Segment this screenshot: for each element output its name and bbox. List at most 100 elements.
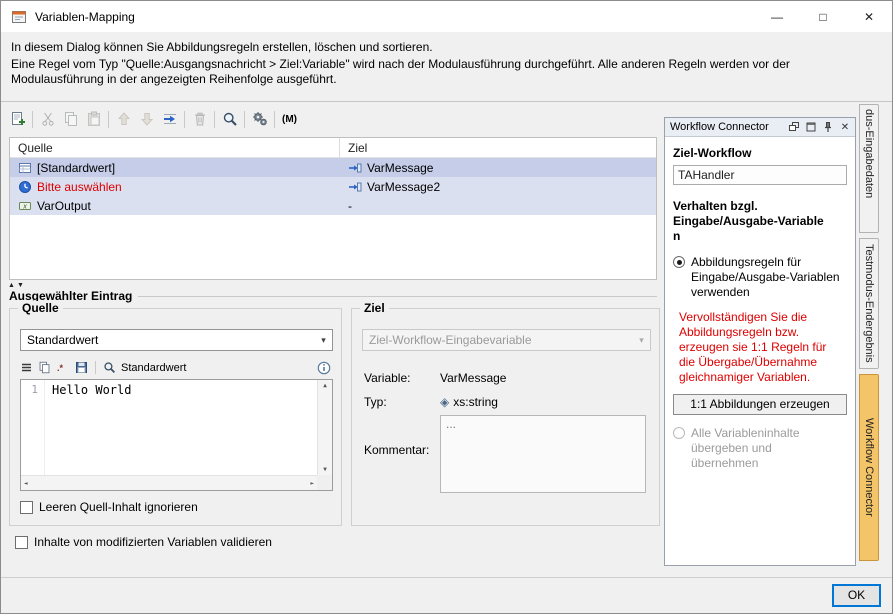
rule-source: VarOutput	[37, 199, 91, 213]
move-up-button[interactable]	[112, 108, 135, 131]
toolbar-separator	[108, 111, 109, 128]
titlebar[interactable]: Variablen-Mapping — □ ✕	[1, 1, 892, 32]
scroll-up-icon[interactable]: ▲	[323, 382, 327, 389]
pending-selection-icon	[18, 180, 32, 194]
editor-content[interactable]: Hello World	[52, 383, 131, 397]
ignore-empty-label: Leeren Quell-Inhalt ignorieren	[39, 500, 198, 514]
quelle-group-label: Quelle	[18, 301, 63, 315]
section-rule	[138, 296, 657, 297]
tab-testmodus-eingabedaten[interactable]: dus-Eingabedaten	[859, 104, 879, 233]
side-tab-bar: dus-Eingabedaten Testmodus-Endergebnis W…	[859, 104, 880, 566]
verhalten-heading: Verhalten bzgl. Eingabe/Ausgabe-Variable…	[673, 199, 847, 244]
horizontal-scrollbar[interactable]: ◄ ►	[21, 475, 317, 490]
line-number: 1	[21, 380, 45, 475]
move-down-button[interactable]	[135, 108, 158, 131]
maximize-panel-icon[interactable]	[804, 120, 818, 134]
splitter-handle[interactable]: ▲▼	[8, 282, 26, 289]
column-header-ziel[interactable]: Ziel	[340, 138, 656, 157]
selected-entry-section: Ausgewählter Eintrag	[9, 289, 657, 303]
rule-target: -	[348, 199, 352, 213]
save-icon[interactable]	[75, 361, 88, 374]
variable-row: Variable: VarMessage	[364, 371, 506, 385]
quelle-editor[interactable]: 1 Hello World ▲ ▼ ◄ ►	[20, 379, 333, 491]
target-variable-icon	[348, 180, 362, 194]
float-icon[interactable]	[787, 120, 801, 134]
scroll-left-icon[interactable]: ◄	[24, 480, 28, 487]
ziel-type-dropdown[interactable]: Ziel-Workflow-Eingabevariable ▾	[362, 329, 651, 351]
ziel-workflow-input[interactable]	[673, 165, 847, 185]
validate-row: Inhalte von modifizierten Variablen vali…	[15, 535, 272, 549]
table-header: Quelle Ziel	[10, 138, 656, 158]
mapping-toolbar: (M)	[6, 107, 301, 131]
new-rule-icon	[10, 111, 26, 127]
alle-variablen-radio-label: Alle Variableninhalte übergeben und über…	[691, 426, 800, 471]
description-line1: In diesem Dialog können Sie Abbildungsre…	[11, 40, 882, 55]
variable-label: Variable:	[364, 371, 440, 385]
maximize-button[interactable]: □	[800, 1, 846, 32]
macro-icon: (M)	[282, 114, 297, 125]
type-icon: ◈	[440, 395, 449, 409]
tab-workflow-connector[interactable]: Workflow Connector	[859, 374, 879, 561]
cut-button[interactable]	[36, 108, 59, 131]
column-header-quelle[interactable]: Quelle	[10, 138, 340, 157]
chevron-down-icon: ▾	[633, 335, 650, 346]
validate-label: Inhalte von modifizierten Variablen vali…	[34, 535, 272, 549]
ziel-group: Ziel Ziel-Workflow-Eingabevariable ▾ Var…	[351, 308, 660, 526]
quelle-type-dropdown[interactable]: Standardwert ▾	[20, 329, 333, 351]
panel-header[interactable]: Workflow Connector ✕	[665, 118, 855, 137]
insert-rule-button[interactable]	[158, 108, 181, 131]
copy-button[interactable]	[59, 108, 82, 131]
pin-icon[interactable]	[821, 120, 835, 134]
default-value-icon	[18, 161, 32, 175]
info-icon[interactable]	[317, 361, 331, 375]
validate-checkbox[interactable]	[15, 536, 28, 549]
quelle-group: Quelle Standardwert ▾ .* Standardwert 1 …	[9, 308, 342, 526]
delete-button[interactable]	[188, 108, 211, 131]
ziel-type-value: Ziel-Workflow-Eingabevariable	[369, 333, 532, 347]
close-button[interactable]: ✕	[846, 1, 892, 32]
ignore-empty-checkbox[interactable]	[20, 501, 33, 514]
cut-icon	[40, 111, 56, 127]
insert-rule-icon	[162, 111, 178, 127]
paste-button[interactable]	[82, 108, 105, 131]
typ-value: xs:string	[453, 395, 498, 409]
kommentar-label: Kommentar:	[364, 443, 440, 457]
rule-target: VarMessage2	[367, 180, 440, 194]
search-icon[interactable]	[103, 361, 116, 374]
scroll-down-icon[interactable]: ▼	[323, 466, 327, 473]
table-row[interactable]: x VarOutput -	[10, 196, 656, 215]
menu-icon[interactable]	[20, 361, 33, 374]
tab-testmodus-endergebnis[interactable]: Testmodus-Endergebnis	[859, 238, 879, 369]
new-rule-button[interactable]	[6, 108, 29, 131]
scroll-right-icon[interactable]: ►	[310, 480, 314, 487]
table-row[interactable]: Bitte auswählen VarMessage2	[10, 177, 656, 196]
splitter-down-icon: ▼	[17, 282, 26, 289]
kommentar-box: ...	[440, 415, 646, 493]
rule-target: VarMessage	[367, 161, 433, 175]
copy-template-icon[interactable]	[38, 361, 51, 374]
table-row[interactable]: [Standardwert] VarMessage	[10, 158, 656, 177]
vertical-scrollbar[interactable]: ▲ ▼	[317, 380, 332, 475]
settings-button[interactable]	[248, 108, 271, 131]
ok-button[interactable]: OK	[832, 584, 881, 607]
window-controls: — □ ✕	[754, 1, 892, 32]
toolbar-separator	[32, 111, 33, 128]
macro-toggle-button[interactable]: (M)	[278, 108, 301, 131]
ziel-workflow-heading: Ziel-Workflow	[673, 146, 847, 160]
alle-variablen-radio[interactable]	[673, 427, 685, 439]
abbildungsregeln-radio[interactable]	[673, 256, 685, 268]
search-button[interactable]	[218, 108, 241, 131]
svg-text:x: x	[22, 203, 27, 210]
regex-icon[interactable]: .*	[56, 361, 70, 374]
mapping-warning-text: Vervollständigen Sie die Abbildungsregel…	[679, 310, 847, 385]
maximize-icon: □	[819, 10, 826, 24]
chevron-down-icon: ▾	[315, 335, 332, 346]
create-mappings-button[interactable]: 1:1 Abbildungen erzeugen	[673, 394, 847, 415]
editor-search-label: Standardwert	[121, 362, 186, 374]
kommentar-row: Kommentar:	[364, 443, 440, 457]
close-panel-icon[interactable]: ✕	[838, 120, 852, 134]
ziel-group-label: Ziel	[360, 301, 389, 315]
minimize-button[interactable]: —	[754, 1, 800, 32]
abbildungsregeln-radio-row: Abbildungsregeln für Eingabe/Ausgabe-Var…	[673, 255, 847, 300]
close-icon: ✕	[864, 10, 874, 24]
